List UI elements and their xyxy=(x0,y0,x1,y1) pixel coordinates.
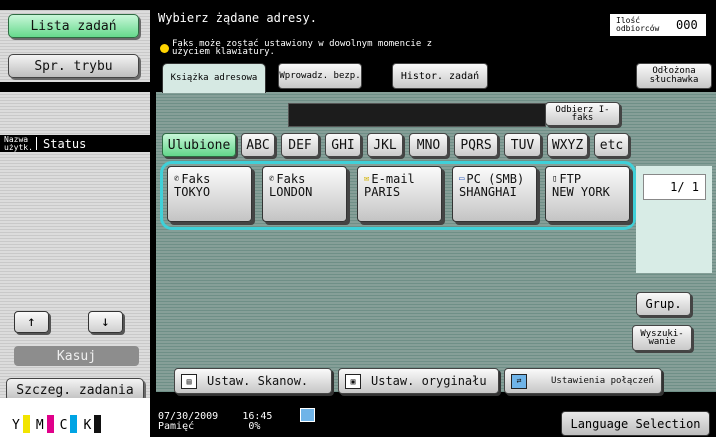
onhook-button[interactable]: Odłożona słuchawka xyxy=(636,63,712,89)
page-indicator: 1/ 1 xyxy=(643,174,706,200)
destination-name: SHANGHAI xyxy=(459,185,517,199)
memory-label: Pamięć xyxy=(158,421,195,432)
filter-favorites[interactable]: Ulubione xyxy=(162,133,236,157)
original-settings-icon: ▣ xyxy=(345,373,361,389)
date-time: 07/30/2009 16:45 Pamięć 0% xyxy=(158,412,272,432)
toner-k: K xyxy=(83,415,102,433)
toner-bar xyxy=(46,415,54,433)
receive-ifax-button[interactable]: Odbierz I-faks xyxy=(545,102,620,126)
destination-name: LONDON xyxy=(269,185,313,199)
language-selection-button[interactable]: Language Selection xyxy=(561,411,710,436)
filter-jkl[interactable]: JKL xyxy=(367,133,403,157)
divider xyxy=(0,0,150,10)
network-icon xyxy=(300,408,315,422)
toner-c: C xyxy=(60,415,78,433)
memory-value: 0% xyxy=(248,421,261,432)
connection-settings-icon: ⇄ xyxy=(511,373,527,389)
group-button[interactable]: Grup. xyxy=(636,292,691,316)
recipient-counter-label: Ilość odbiorców xyxy=(616,16,660,33)
filter-ghi[interactable]: GHI xyxy=(325,133,361,157)
delete-button[interactable]: Kasuj xyxy=(14,346,139,366)
divider xyxy=(0,82,150,92)
job-list-header: Nazwa użytk. Status xyxy=(0,135,150,152)
address-input-display xyxy=(288,103,546,127)
destination-button[interactable]: ▯ FTP NEW YORK xyxy=(545,166,630,222)
mode-check-button[interactable]: Spr. trybu xyxy=(8,54,139,78)
toner-bar xyxy=(22,415,30,433)
destination-button[interactable]: ▭ PC (SMB) SHANGHAI xyxy=(452,166,537,222)
filter-mno[interactable]: MNO xyxy=(409,133,448,157)
page-title: Wybierz żądane adresy. xyxy=(158,11,317,25)
up-arrow-icon: ↑ xyxy=(27,314,36,330)
toner-bar xyxy=(70,415,78,433)
connection-settings-button[interactable]: ⇄ Ustawienia połączeń xyxy=(504,368,662,394)
tab-address-book[interactable]: Książka adresowa xyxy=(162,63,266,93)
task-list-button[interactable]: Lista zadań xyxy=(8,14,139,38)
toner-y: Y xyxy=(12,415,30,433)
sort-status-label[interactable]: Status xyxy=(43,137,86,151)
filter-tuv[interactable]: TUV xyxy=(504,133,541,157)
filter-abc[interactable]: ABC xyxy=(241,133,275,157)
filter-etc[interactable]: etc xyxy=(594,133,629,157)
tab-job-history[interactable]: Histor. zadań xyxy=(392,63,488,89)
toner-m: M xyxy=(36,415,54,433)
filter-pqrs[interactable]: PQRS xyxy=(454,133,498,157)
destination-name: PARIS xyxy=(364,185,401,199)
sort-name-label[interactable]: Nazwa użytk. xyxy=(4,135,33,152)
down-arrow-icon: ↓ xyxy=(101,314,110,330)
recipient-counter: Ilość odbiorców 000 xyxy=(608,12,708,38)
info-bulb-icon xyxy=(160,44,169,53)
scroll-down-button[interactable]: ↓ xyxy=(88,311,123,333)
filter-wxyz[interactable]: WXYZ xyxy=(547,133,588,157)
scan-settings-icon: ▤ xyxy=(181,373,197,389)
destination-button[interactable]: ✆ Faks LONDON xyxy=(262,166,347,222)
divider xyxy=(36,137,37,150)
filter-def[interactable]: DEF xyxy=(281,133,319,157)
scan-settings-button[interactable]: ▤ Ustaw. Skanow. xyxy=(174,368,332,394)
search-button[interactable]: Wyszuki-wanie xyxy=(632,325,692,351)
destination-button[interactable]: ✆ Faks TOKYO xyxy=(167,166,252,222)
scroll-up-button[interactable]: ↑ xyxy=(14,311,49,333)
recipient-counter-value: 000 xyxy=(676,18,698,32)
toner-levels: Y M C K xyxy=(0,398,150,437)
left-panel: Lista zadań Spr. trybu Nazwa użytk. Stat… xyxy=(0,0,150,437)
destination-button[interactable]: ✉ E-mail PARIS xyxy=(357,166,442,222)
tab-direct-input[interactable]: Wprowadz. bezp. xyxy=(278,63,362,89)
original-settings-button[interactable]: ▣ Ustaw. oryginału xyxy=(338,368,499,394)
destination-name: NEW YORK xyxy=(552,185,610,199)
info-message: Faks może zostać ustawiony w dowolnym mo… xyxy=(160,39,472,57)
toner-bar xyxy=(94,415,102,433)
destination-name: TOKYO xyxy=(174,185,211,199)
info-text: Faks może zostać ustawiony w dowolnym mo… xyxy=(172,39,433,57)
